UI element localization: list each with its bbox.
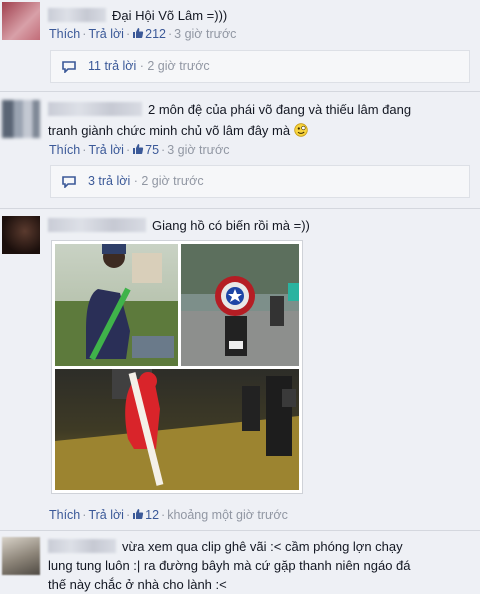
comment-time: khoảng một giờ trước bbox=[167, 508, 288, 522]
divider bbox=[0, 530, 480, 531]
like-count[interactable]: 212 bbox=[132, 27, 166, 41]
replies-summary[interactable]: 11 trả lời · 2 giờ trước bbox=[50, 50, 470, 83]
like-link[interactable]: Thích bbox=[49, 508, 80, 522]
comment-actions: Thích · Trả lời · 12 · khoảng một giờ trước bbox=[49, 508, 288, 522]
reply-icon bbox=[62, 176, 76, 188]
divider bbox=[0, 91, 480, 92]
comment-text-line2: lung tung luôn :| ra đường bâyh mà cứ gặ… bbox=[48, 558, 411, 573]
reply-icon bbox=[62, 61, 76, 73]
silly-face-emoji-icon bbox=[294, 123, 308, 137]
reply-count[interactable]: 11 trả lời bbox=[88, 59, 136, 73]
comment-text: Giang hồ có biến rồi mà =)) bbox=[152, 218, 310, 233]
comment-body: Giang hồ có biến rồi mà =)) bbox=[48, 217, 310, 235]
avatar[interactable] bbox=[2, 216, 40, 254]
comment-time: 3 giờ trước bbox=[174, 27, 237, 41]
comment-body: Đại Hội Võ Lâm =))) bbox=[48, 7, 227, 25]
author-name[interactable] bbox=[48, 218, 146, 232]
comment-actions: Thích · Trả lời · 212 · 3 giờ trước bbox=[49, 27, 237, 41]
like-count[interactable]: 75 bbox=[132, 143, 159, 157]
reply-count[interactable]: 3 trả lời bbox=[88, 174, 130, 188]
thumbs-up-icon bbox=[133, 509, 144, 519]
like-link[interactable]: Thích bbox=[49, 27, 80, 41]
comment-text-line2: tranh giành chức minh chủ võ lâm đây mà bbox=[48, 123, 291, 138]
reply-time: 2 giờ trước bbox=[147, 59, 210, 73]
avatar[interactable] bbox=[2, 100, 40, 138]
reply-link[interactable]: Trả lời bbox=[88, 27, 124, 41]
comment-time: 3 giờ trước bbox=[167, 143, 230, 157]
thumbs-up-icon bbox=[133, 28, 144, 38]
thumbs-up-icon bbox=[133, 144, 144, 154]
reply-link[interactable]: Trả lời bbox=[88, 143, 124, 157]
attached-photo[interactable] bbox=[51, 240, 303, 494]
avatar[interactable] bbox=[2, 2, 40, 40]
divider bbox=[0, 208, 480, 209]
author-name[interactable] bbox=[48, 8, 106, 22]
author-name[interactable] bbox=[48, 102, 142, 116]
photo-collage bbox=[55, 244, 299, 490]
comment-body: 2 môn đệ của phái võ đang và thiếu lâm đ… bbox=[48, 101, 411, 140]
comment-text: Đại Hội Võ Lâm =))) bbox=[112, 8, 228, 23]
reply-time: 2 giờ trước bbox=[141, 174, 204, 188]
like-link[interactable]: Thích bbox=[49, 143, 80, 157]
comment-text-line3: thế này chắc ở nhà cho lành :< bbox=[48, 577, 227, 592]
replies-summary[interactable]: 3 trả lời · 2 giờ trước bbox=[50, 165, 470, 198]
avatar[interactable] bbox=[2, 537, 40, 575]
comment-body: vừa xem qua clip ghê vãi :< cầm phóng lợ… bbox=[48, 537, 411, 594]
author-name[interactable] bbox=[48, 539, 116, 553]
like-count[interactable]: 12 bbox=[132, 508, 159, 522]
reply-link[interactable]: Trả lời bbox=[88, 508, 124, 522]
comment-text-line1: vừa xem qua clip ghê vãi :< cầm phóng lợ… bbox=[122, 539, 403, 554]
comment-actions: Thích · Trả lời · 75 · 3 giờ trước bbox=[49, 143, 230, 157]
comment-text-line1: 2 môn đệ của phái võ đang và thiếu lâm đ… bbox=[148, 102, 412, 117]
